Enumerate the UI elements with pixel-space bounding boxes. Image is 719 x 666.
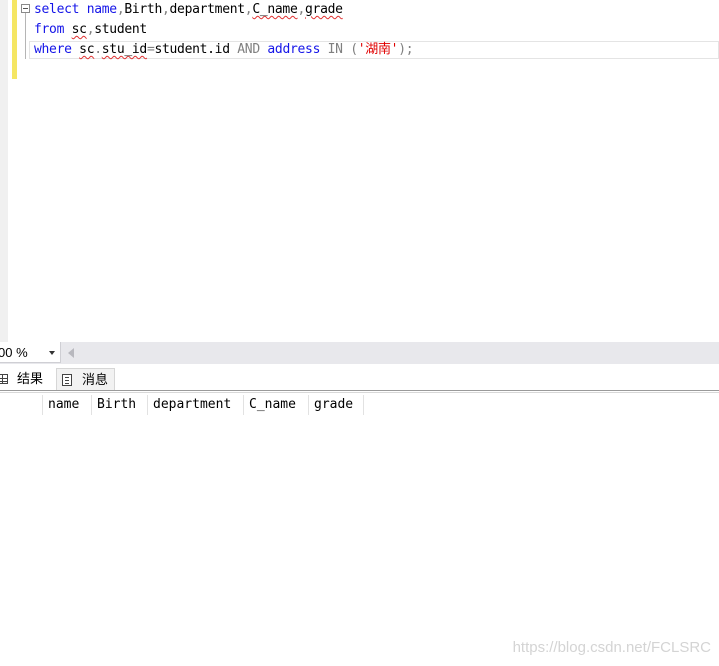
column-header-grade[interactable]: grade — [308, 395, 364, 415]
comma: , — [161, 2, 170, 17]
code-line-3[interactable]: where sc.stu_id=student.id AND address I… — [34, 40, 414, 60]
keyword-where: where — [34, 42, 72, 57]
tab-messages-label: 消息 — [82, 372, 109, 387]
code-line-2[interactable]: from sc,student — [34, 20, 147, 40]
column-header-department[interactable]: department — [147, 395, 243, 415]
expr-student-id: student.id — [154, 42, 230, 57]
query-editor[interactable]: select name,Birth,department,C_name,grad… — [0, 0, 719, 342]
string-literal: '湖南' — [357, 42, 399, 57]
results-tab-bar: 结果 消息 — [0, 364, 719, 391]
table-sc: sc — [71, 22, 87, 37]
tab-results[interactable]: 结果 — [0, 368, 52, 390]
fold-guide-line — [25, 13, 26, 59]
column-birth: Birth — [124, 2, 162, 17]
fold-collapse-icon[interactable] — [21, 4, 30, 13]
column-department: department — [169, 2, 246, 17]
zoom-dropdown[interactable]: 00 % — [0, 342, 61, 363]
comma: , — [297, 2, 306, 17]
code-line-1[interactable]: select name,Birth,department,C_name,grad… — [34, 0, 343, 20]
watermark: https://blog.csdn.net/FCLSRC — [512, 639, 711, 656]
expr-stu-id: stu_id — [101, 42, 147, 57]
close-paren-semicolon: ); — [398, 42, 414, 57]
column-address: address — [267, 42, 321, 57]
editor-gutter — [0, 0, 8, 342]
column-grade: grade — [305, 2, 343, 17]
keyword-and: AND — [237, 42, 260, 57]
table-student: student — [94, 22, 147, 37]
editor-status-strip: 00 % — [0, 342, 719, 364]
scroll-left-icon[interactable] — [68, 348, 74, 358]
results-grid-icon — [0, 374, 8, 384]
dropdown-arrow-icon[interactable] — [49, 351, 55, 355]
messages-icon — [62, 374, 72, 386]
change-tracking-bar — [12, 0, 17, 79]
keyword-in: IN — [327, 42, 343, 57]
dot: . — [94, 42, 102, 57]
tab-results-label: 结果 — [17, 371, 44, 386]
open-paren: ( — [350, 42, 358, 57]
keyword-select: select — [34, 2, 80, 17]
column-name: name — [86, 2, 117, 17]
keyword-from: from — [34, 22, 65, 37]
column-header-name[interactable]: name — [42, 395, 91, 415]
results-grid[interactable]: name Birth department C_name grade — [0, 393, 719, 666]
zoom-value: 00 % — [0, 345, 28, 360]
tab-messages[interactable]: 消息 — [56, 368, 115, 390]
column-header-birth[interactable]: Birth — [91, 395, 147, 415]
tab-divider — [0, 390, 719, 391]
column-header-cname[interactable]: C_name — [243, 395, 308, 415]
column-cname: C_name — [252, 2, 298, 17]
expr-sc: sc — [79, 42, 95, 57]
